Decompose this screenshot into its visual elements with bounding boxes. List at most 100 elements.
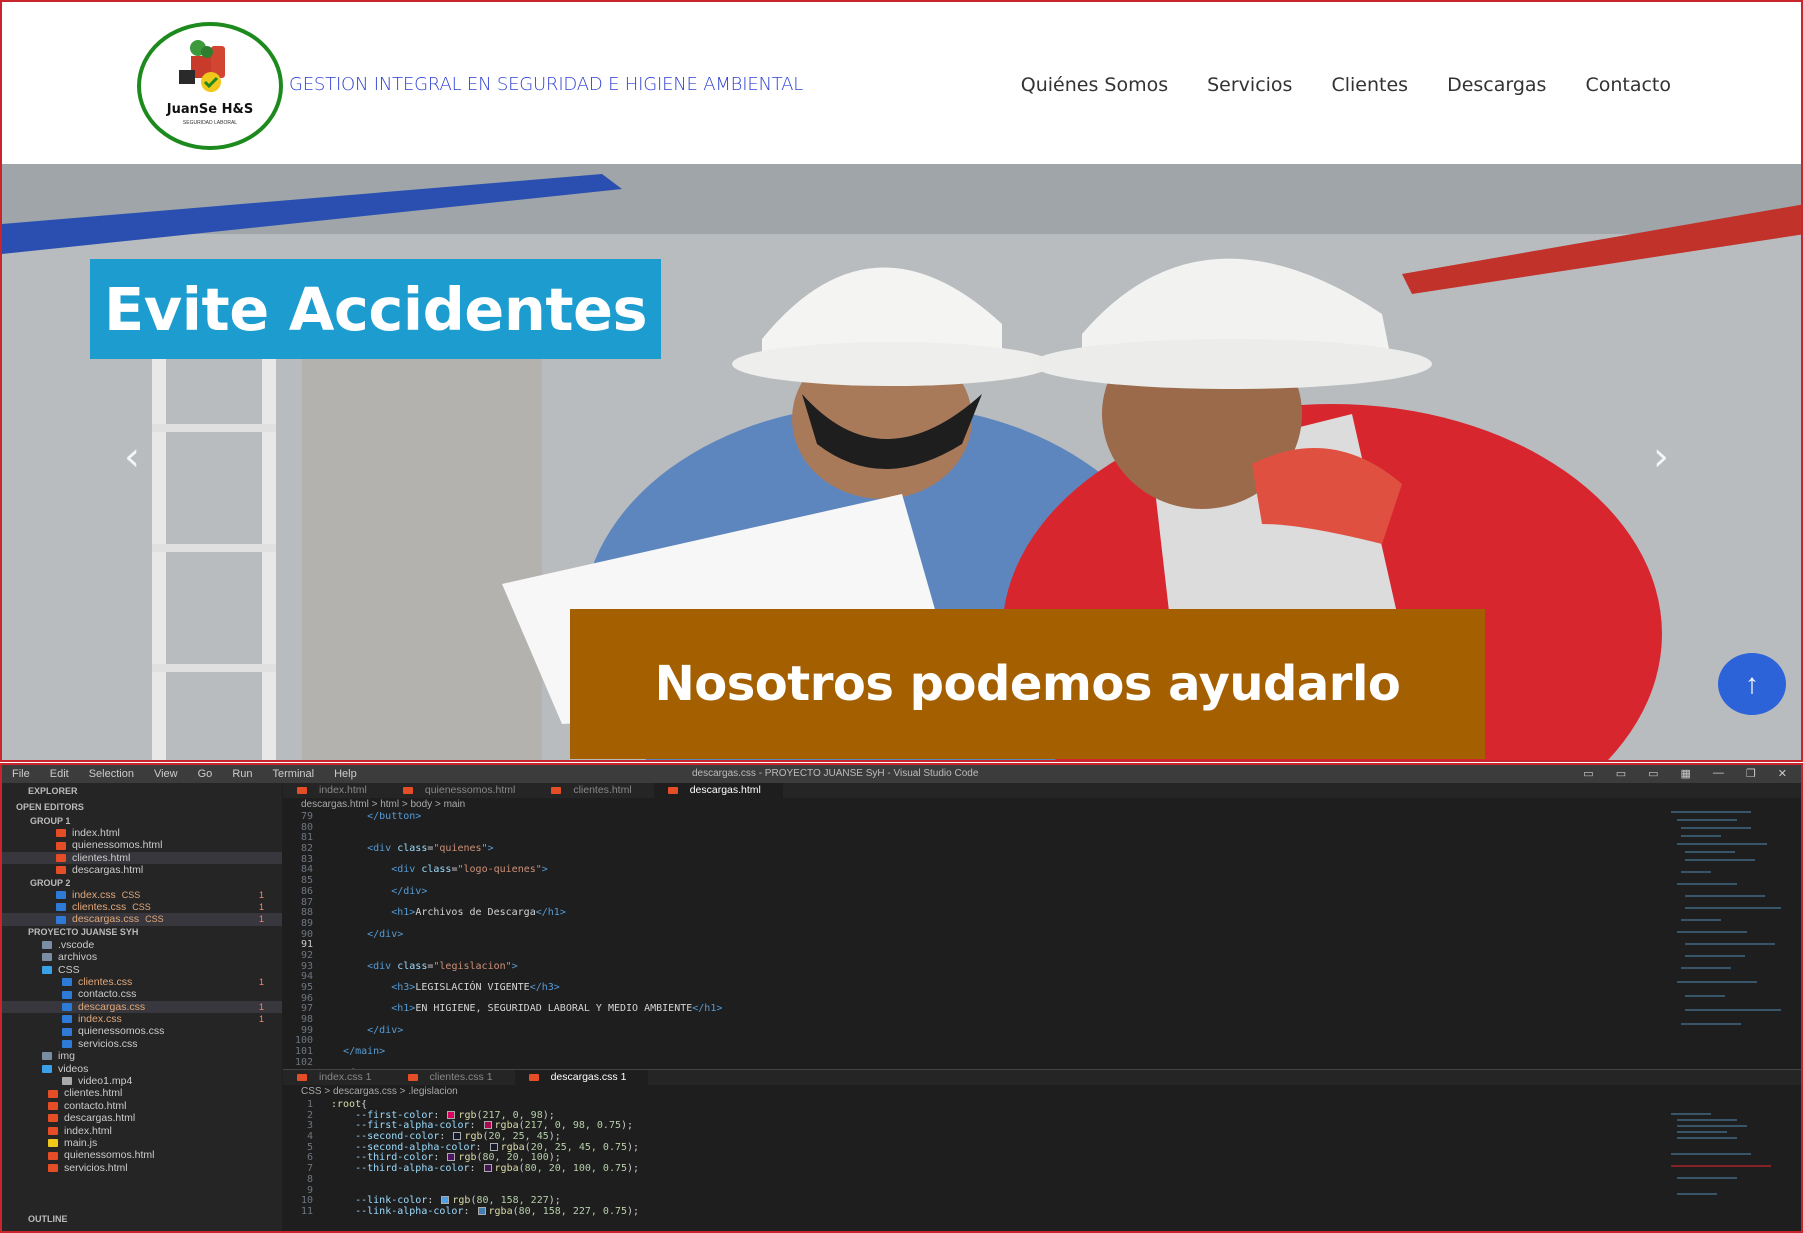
site-header: JuanSe H&S SEGURIDAD LABORAL GESTION INT… [2, 2, 1801, 164]
breadcrumb-top[interactable]: descargas.html > html > body > main [283, 798, 1801, 812]
breadcrumb-bottom[interactable]: CSS > descargas.css > .legislacion [283, 1085, 458, 1099]
editor-tabs-bottom: index.css 1 clientes.css 1 descargas.css… [283, 1070, 1801, 1085]
explorer-item-contacto-css[interactable]: contacto.css [2, 988, 282, 1000]
problem-badge: 1 [258, 914, 264, 925]
menu-terminal[interactable]: Terminal [263, 768, 325, 780]
explorer-item-descargas-html[interactable]: descargas.html [2, 1112, 282, 1124]
minimap-top[interactable] [1671, 811, 1781, 1041]
file-suffix: CSS [145, 914, 164, 925]
nav-clientes[interactable]: Clientes [1331, 74, 1408, 96]
explorer-item-label: .vscode [58, 938, 95, 951]
project-header[interactable]: PROYECTO JUANSE SYH [2, 926, 282, 939]
window-controls: ▭ ▭ ▭ ▦ — ❐ ✕ [1583, 767, 1787, 780]
nav-descargas[interactable]: Descargas [1447, 74, 1546, 96]
menu-edit[interactable]: Edit [40, 768, 79, 780]
minimap-bottom[interactable] [1671, 1113, 1781, 1233]
explorer-item-index-css[interactable]: index.css CSS 1 [2, 889, 282, 901]
menu-selection[interactable]: Selection [79, 768, 144, 780]
vscode-screenshot: File Edit Selection View Go Run Terminal… [0, 763, 1803, 1233]
explorer-item-quienessomos-css[interactable]: quienessomos.css [2, 1025, 282, 1037]
tab-index-css[interactable]: index.css 1 [283, 1070, 394, 1085]
nav-contacto[interactable]: Contacto [1585, 74, 1671, 96]
menu-view[interactable]: View [144, 768, 188, 780]
explorer-item-contacto-html[interactable]: contacto.html [2, 1100, 282, 1112]
open-editors-header[interactable]: OPEN EDITORS [2, 799, 282, 815]
close-window-icon[interactable]: ✕ [1778, 767, 1787, 780]
explorer-item-label: contacto.css [78, 988, 137, 1001]
explorer-item-servicios-css[interactable]: servicios.css [2, 1038, 282, 1050]
explorer-item-label: clientes.css [72, 900, 127, 913]
explorer-item-videos[interactable]: videos [2, 1063, 282, 1075]
explorer-item-label: CSS [58, 963, 80, 976]
explorer-item--vscode[interactable]: .vscode [2, 939, 282, 951]
file-type-icon [62, 1015, 72, 1024]
restore-icon[interactable]: ❐ [1746, 767, 1756, 780]
explorer-item-img[interactable]: img [2, 1050, 282, 1062]
code-html[interactable]: 79 </button> 80 81 82 <div class="quiene… [283, 812, 1633, 1079]
file-type-icon [48, 1163, 58, 1172]
explorer-item-index-html[interactable]: index.html [2, 1125, 282, 1137]
explorer-item-clientes-html[interactable]: clientes.html [2, 851, 282, 865]
file-type-icon [62, 1027, 72, 1036]
explorer-item-descargas-css[interactable]: descargas.css CSS 1 [2, 913, 282, 926]
file-type-icon [56, 854, 66, 862]
tab-clientes-css[interactable]: clientes.css 1 [394, 1070, 515, 1085]
explorer-item-label: quienessomos.css [78, 1025, 165, 1038]
site-logo[interactable]: JuanSe H&S SEGURIDAD LABORAL [137, 22, 283, 150]
explorer-item-clientes-html[interactable]: clientes.html [2, 1087, 282, 1099]
explorer-item-descargas-html[interactable]: descargas.html [2, 864, 282, 876]
explorer-item-clientes-css[interactable]: clientes.css 1 [2, 976, 282, 988]
logo-subtitle: SEGURIDAD LABORAL [182, 120, 238, 126]
tab-clientes-html[interactable]: clientes.html [537, 783, 653, 798]
window-title: descargas.css - PROYECTO JUANSE SyH - Vi… [692, 768, 979, 779]
explorer-item-label: clientes.html [72, 851, 131, 864]
explorer-item-index-css[interactable]: index.css 1 [2, 1013, 282, 1025]
file-type-icon [56, 841, 66, 850]
code-css[interactable]: 1:root{ 2 --first-color: rgb(217, 0, 98)… [283, 1100, 1633, 1218]
nav-servicios[interactable]: Servicios [1207, 74, 1292, 96]
explorer-item-main-js[interactable]: main.js [2, 1137, 282, 1149]
editor-area: index.html quienessomos.html clientes.ht… [283, 783, 1801, 1233]
menu-go[interactable]: Go [188, 768, 223, 780]
tab-descargas-html[interactable]: descargas.html [653, 783, 783, 798]
file-type-icon [42, 1052, 52, 1061]
explorer-item-label: clientes.css [78, 975, 133, 988]
tab-descargas-css[interactable]: descargas.css 1 [514, 1070, 649, 1085]
explorer-header: EXPLORER [28, 786, 78, 796]
nav-quienes-somos[interactable]: Quiénes Somos [1021, 74, 1168, 96]
scroll-to-top-button[interactable]: ↑ [1718, 653, 1786, 715]
group1-header[interactable]: GROUP 1 [2, 815, 282, 827]
outline-header[interactable]: OUTLINE [2, 1211, 68, 1227]
menu-file[interactable]: File [2, 768, 40, 780]
problem-badge: 1 [258, 1014, 264, 1025]
menu-help[interactable]: Help [324, 768, 367, 780]
website-screenshot: JuanSe H&S SEGURIDAD LABORAL GESTION INT… [0, 0, 1803, 762]
file-type-icon [42, 965, 52, 974]
layout-grid-icon[interactable]: ▦ [1681, 767, 1691, 780]
explorer-item-css[interactable]: CSS [2, 964, 282, 976]
problem-badge: 1 [258, 976, 264, 987]
explorer-item-descargas-css[interactable]: descargas.css 1 [2, 1000, 282, 1014]
file-type-icon [62, 1040, 72, 1049]
explorer-item-servicios-html[interactable]: servicios.html [2, 1162, 282, 1174]
carousel-next-icon[interactable]: › [1653, 434, 1669, 480]
explorer-item-quienessomos-html[interactable]: quienessomos.html [2, 839, 282, 851]
layout-sidebar-icon[interactable]: ▭ [1648, 767, 1658, 780]
tab-quienessomos-html[interactable]: quienessomos.html [389, 783, 537, 798]
explorer-item-index-html[interactable]: index.html [2, 827, 282, 839]
tab-index-html[interactable]: index.html [283, 783, 389, 798]
explorer-item-archivos[interactable]: archivos [2, 951, 282, 963]
minimize-icon[interactable]: — [1713, 767, 1724, 780]
layout-panel-icon[interactable]: ▭ [1616, 767, 1626, 780]
file-type-icon [56, 915, 66, 924]
explorer-item-clientes-css[interactable]: clientes.css CSS 1 [2, 901, 282, 913]
explorer-item-video1-mp4[interactable]: video1.mp4 [2, 1075, 282, 1087]
group2-header[interactable]: GROUP 2 [2, 877, 282, 889]
carousel-prev-icon[interactable]: ‹ [124, 434, 140, 480]
explorer-item-label: descargas.css [78, 1000, 146, 1013]
explorer-item-quienessomos-html[interactable]: quienessomos.html [2, 1149, 282, 1161]
explorer-item-label: contacto.html [64, 1099, 127, 1112]
layout-icon[interactable]: ▭ [1583, 767, 1593, 780]
explorer-item-label: index.html [72, 827, 120, 839]
menu-run[interactable]: Run [222, 768, 262, 780]
